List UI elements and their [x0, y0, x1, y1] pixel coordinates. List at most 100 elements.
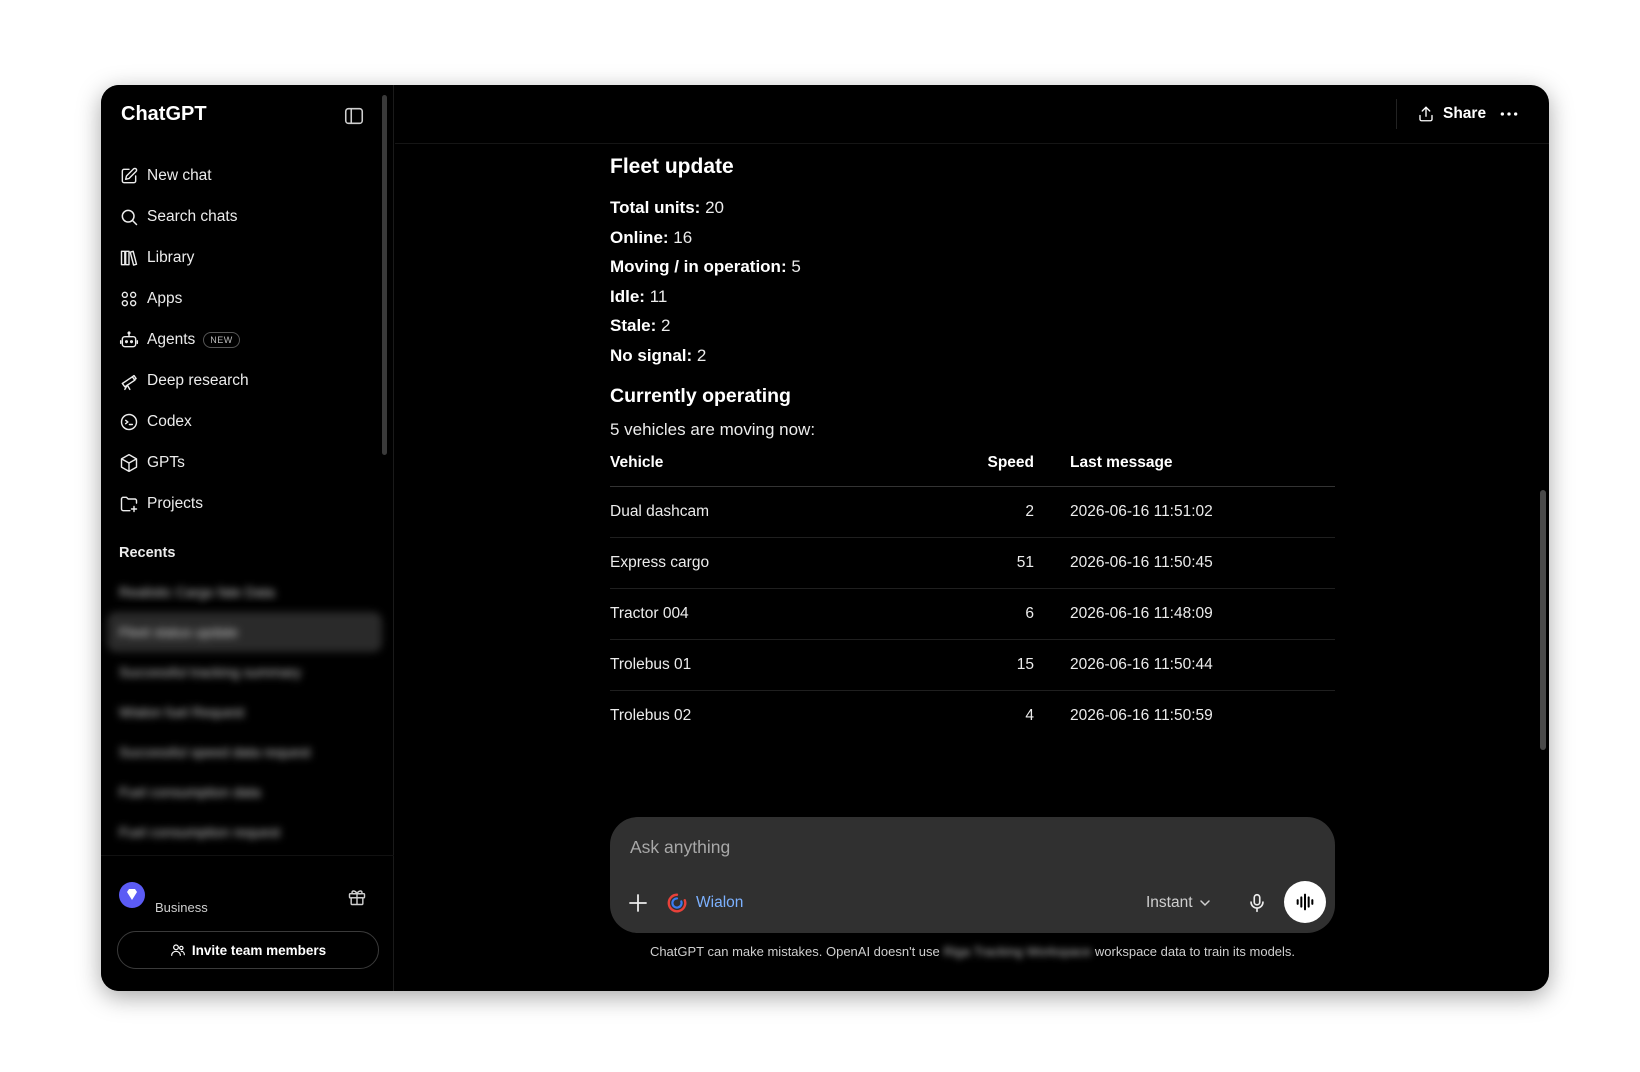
stat-online: Online: 16 — [610, 223, 1335, 253]
app-window: ChatGPT New chat Search chats Library Ap… — [101, 85, 1549, 991]
stat-stale: Stale: 2 — [610, 311, 1335, 341]
recent-chat-item[interactable]: Fuel consumption request — [107, 812, 382, 852]
stat-label: Online: — [610, 227, 669, 247]
sidebar-item-apps[interactable]: Apps — [119, 278, 379, 319]
sidebar-toggle-icon — [344, 107, 364, 125]
disclaimer-text: ChatGPT can make mistakes. OpenAI doesn'… — [610, 943, 1335, 961]
stat-label: Idle: — [610, 286, 645, 306]
message-title: Fleet update — [610, 155, 734, 178]
cell-vehicle: Express cargo — [610, 537, 986, 589]
column-header-last-message: Last message — [1034, 454, 1335, 487]
chat-scrollbar[interactable] — [1540, 490, 1546, 750]
invite-team-members-button[interactable]: Invite team members — [117, 931, 379, 969]
apps-icon — [121, 291, 137, 306]
library-icon — [120, 250, 138, 266]
stat-value: 11 — [649, 286, 668, 306]
cell-speed: 51 — [986, 537, 1034, 589]
sidebar-item-label: Agents — [147, 330, 196, 348]
recent-chat-item-active[interactable]: Fleet status update — [107, 612, 382, 652]
sidebar-item-projects[interactable]: Projects — [119, 483, 379, 524]
recent-chat-item[interactable]: Realistic Cargo fate Data — [107, 572, 382, 612]
disclaimer-part-1: ChatGPT can make mistakes. OpenAI doesn'… — [649, 944, 940, 959]
wialon-connector-button[interactable]: Wialon — [666, 889, 743, 917]
cell-speed: 2 — [986, 486, 1034, 538]
model-selector[interactable]: Instant — [1146, 891, 1211, 915]
sidebar-item-codex[interactable]: Codex — [119, 401, 379, 442]
stat-value: 20 — [705, 198, 724, 217]
chevron-down-icon — [1199, 900, 1210, 907]
wialon-logo-icon — [667, 893, 687, 913]
column-header-speed: Speed — [986, 454, 1034, 487]
more-horizontal-icon — [1500, 112, 1518, 116]
table-row: Tractor 004 6 2026-06-16 11:48:09 — [610, 588, 1335, 640]
sidebar-item-label: New chat — [147, 166, 212, 184]
column-header-vehicle: Vehicle — [610, 454, 986, 487]
stat-no-signal: No signal: 2 — [610, 341, 1335, 371]
diamond-icon — [127, 889, 137, 900]
sidebar-item-label: Search chats — [147, 207, 238, 225]
sidebar-item-deep-research[interactable]: Deep research — [119, 360, 379, 401]
table-row: Dual dashcam 2 2026-06-16 11:51:02 — [610, 486, 1335, 538]
cell-speed: 15 — [986, 639, 1034, 691]
stat-value: 2 — [661, 316, 671, 335]
sidebar-item-search-chats[interactable]: Search chats — [119, 196, 379, 237]
plan-avatar[interactable] — [119, 882, 145, 908]
sidebar-item-label: Library — [147, 248, 195, 266]
vehicles-table: Vehicle Speed Last message Dual dashcam … — [610, 454, 1335, 741]
cube-icon — [120, 453, 138, 472]
gift-icon — [348, 890, 366, 906]
stat-value: 16 — [673, 227, 693, 247]
microphone-icon — [1250, 893, 1264, 913]
cell-last-message: 2026-06-16 11:51:02 — [1034, 486, 1335, 538]
table-row: Trolebus 01 15 2026-06-16 11:50:44 — [610, 639, 1335, 691]
table-row: Express cargo 51 2026-06-16 11:50:45 — [610, 537, 1335, 589]
edit-icon — [121, 167, 138, 183]
recents-list: Realistic Cargo fate Data Fleet status u… — [107, 572, 382, 852]
cell-vehicle: Tractor 004 — [610, 588, 986, 640]
voice-waveform-icon — [1296, 893, 1314, 911]
sidebar-divider — [101, 855, 394, 856]
sidebar-item-label: GPTs — [147, 453, 185, 471]
stat-label: Total units: — [610, 198, 701, 217]
disclaimer-part-2: workspace data to train its models. — [1094, 944, 1296, 959]
invite-label: Invite team members — [191, 942, 327, 958]
dictate-button[interactable] — [1244, 889, 1270, 917]
sidebar-scrollbar[interactable] — [382, 95, 387, 455]
gift-button[interactable] — [347, 887, 367, 907]
section-intro: 5 vehicles are moving now: — [610, 420, 816, 439]
new-badge: NEW — [203, 331, 240, 348]
more-options-button[interactable] — [1495, 101, 1523, 127]
robot-icon — [119, 330, 139, 347]
telescope-icon — [121, 374, 137, 390]
share-icon — [1419, 106, 1433, 122]
message-composer: Wialon Instant — [610, 817, 1335, 933]
table-header-row: Vehicle Speed Last message — [610, 454, 1335, 487]
recent-chat-item[interactable]: Fuel consumption data — [107, 772, 382, 812]
sidebar-item-new-chat[interactable]: New chat — [119, 155, 379, 196]
recents-heading: Recents — [119, 545, 176, 561]
sidebar-item-label: Deep research — [147, 371, 249, 389]
sidebar-item-label: Codex — [147, 412, 192, 430]
recent-chat-item[interactable]: Wialon fuel Request — [107, 692, 382, 732]
sidebar-item-library[interactable]: Library — [119, 237, 379, 278]
cell-speed: 4 — [1025, 706, 1034, 724]
recent-chat-item[interactable]: Successful speed data request — [107, 732, 382, 772]
folder-plus-icon — [120, 496, 138, 512]
stat-total-units: Total units: 20 — [610, 193, 1335, 223]
stat-idle: Idle: 11 — [610, 282, 1335, 312]
share-label: Share — [1443, 105, 1487, 122]
prompt-input[interactable] — [630, 831, 1290, 863]
plan-label: Business — [155, 900, 208, 915]
share-button[interactable]: Share — [1403, 97, 1500, 131]
sidebar-toggle-button[interactable] — [343, 105, 365, 127]
voice-mode-button[interactable] — [1284, 881, 1326, 923]
add-attachment-button[interactable] — [626, 891, 650, 915]
cell-vehicle: Trolebus 01 — [610, 639, 986, 691]
sidebar-item-gpts[interactable]: GPTs — [119, 442, 379, 483]
chat-main: Share Fleet update Total units: 20 Onlin… — [395, 85, 1549, 991]
stat-value: 5 — [791, 257, 801, 276]
codex-icon — [120, 413, 138, 430]
sidebar-item-agents[interactable]: Agents NEW — [119, 319, 379, 360]
users-icon — [170, 944, 185, 956]
recent-chat-item[interactable]: Successful tracking summary — [107, 652, 382, 692]
